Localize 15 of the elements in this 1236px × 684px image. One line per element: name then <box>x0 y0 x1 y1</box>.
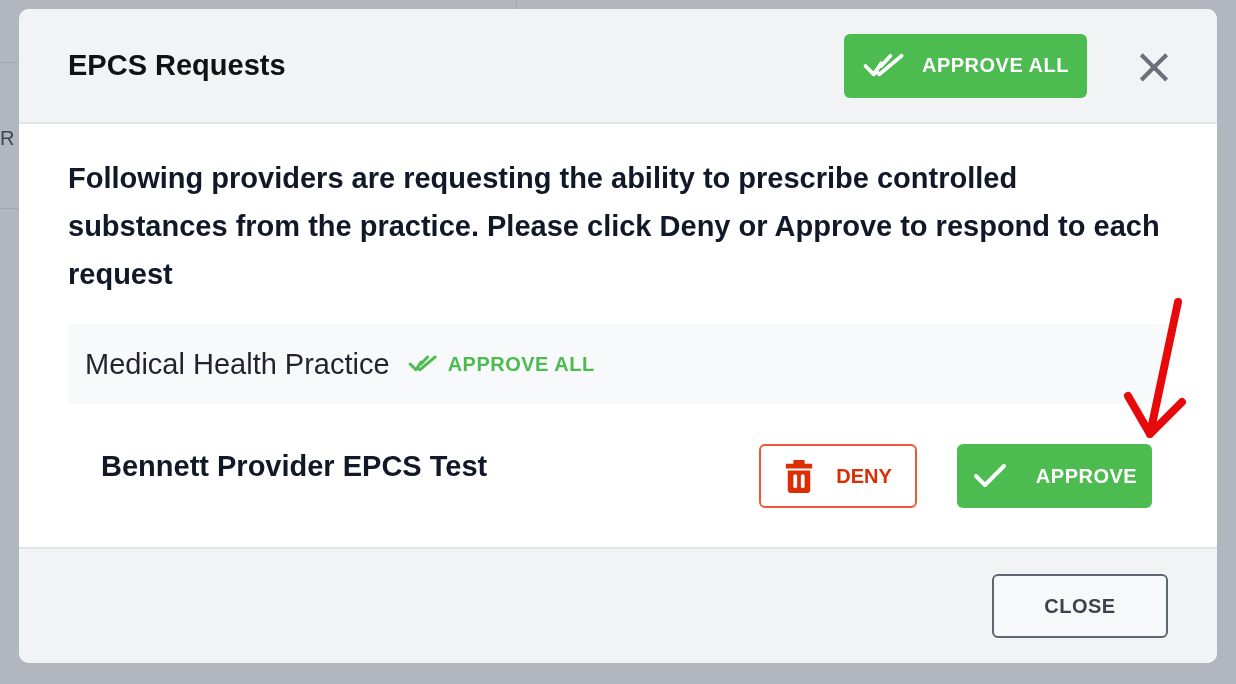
message-text: Following providers are requesting the ability to prescribe controlled substances from the practice. Please click Deny or Approve to respond to each request <box>68 161 1161 292</box>
approve-all-link[interactable]: APPROVE ALL <box>407 352 595 376</box>
check-icon <box>971 462 1008 490</box>
double-check-icon <box>407 355 438 373</box>
double-check-icon <box>862 52 906 79</box>
trash-icon <box>784 457 815 495</box>
practice-name: Medical Health Practice <box>85 347 390 381</box>
close-button[interactable]: × <box>1133 40 1167 91</box>
provider-name: Bennett Provider EPCS Test <box>101 450 489 483</box>
approve-all-button[interactable]: APPROVE ALL <box>844 33 1087 98</box>
dialog-title: EPCS Requests <box>68 49 287 82</box>
close-button[interactable]: CLOSE <box>992 574 1168 638</box>
deny-button[interactable]: DENY <box>759 444 917 508</box>
approve-button[interactable]: APPROVE <box>957 444 1152 508</box>
background-text: R <box>0 127 15 150</box>
